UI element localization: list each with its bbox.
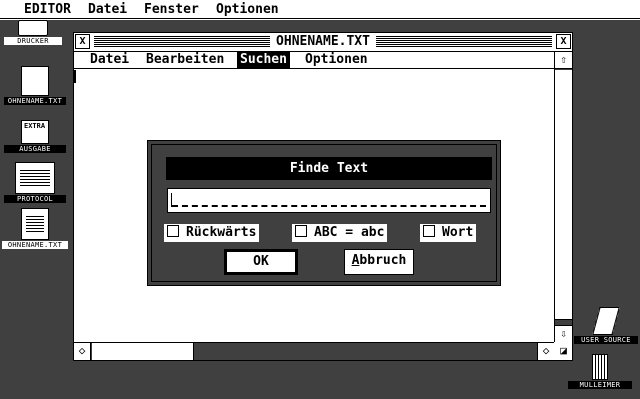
vertical-scroll-thumb[interactable] <box>555 70 572 320</box>
menu-editor[interactable]: EDITOR <box>24 2 71 17</box>
checkbox-wort[interactable] <box>423 225 435 237</box>
document-icon <box>15 162 55 194</box>
horizontal-scrollbar[interactable]: ◇ ◇ <box>74 342 554 360</box>
horizontal-scroll-thumb[interactable] <box>92 343 194 360</box>
desktop-icon-label: AUSGABE <box>4 145 66 153</box>
document-icon <box>21 66 49 96</box>
scroll-right-icon[interactable]: ◇ <box>537 343 554 360</box>
window-menu-bearbeiten[interactable]: Bearbeiten <box>143 52 227 68</box>
cancel-button[interactable]: Abbruch <box>344 249 414 275</box>
desktop-icon-label: OHNENAME.TXT <box>4 97 66 105</box>
window-title: OHNENAME.TXT <box>270 34 376 49</box>
size-box-icon[interactable]: ◪ <box>555 343 572 360</box>
extra-icon-text: EXTRA <box>24 122 46 130</box>
checkbox-rueckwaerts[interactable] <box>167 225 179 237</box>
menu-bar: EDITOR Datei Fenster Optionen <box>0 0 640 19</box>
option-rueckwaerts[interactable]: Rückwärts <box>164 224 260 242</box>
menu-datei[interactable]: Datei <box>88 2 127 17</box>
document-icon <box>21 208 49 240</box>
desktop-icon-ausgabe[interactable]: EXTRA AUSGABE <box>4 120 66 153</box>
option-wort[interactable]: Wort <box>420 224 477 242</box>
desktop-icon-label: USER SOURCE <box>574 336 638 344</box>
scroll-left-icon[interactable]: ◇ <box>74 343 91 360</box>
search-input[interactable] <box>167 188 491 213</box>
option-case[interactable]: ABC = abc <box>292 224 388 242</box>
desktop-icon-label: DRUCKER <box>4 37 62 45</box>
trash-icon <box>592 354 608 380</box>
checkbox-case[interactable] <box>295 225 307 237</box>
window-menu-suchen[interactable]: Suchen <box>237 52 290 68</box>
cancel-button-label: bbruch <box>359 253 407 268</box>
find-dialog-title: Finde Text <box>166 157 492 180</box>
input-underline <box>172 205 486 207</box>
desktop-icon-printer[interactable]: DRUCKER <box>4 20 62 45</box>
printer-icon <box>18 20 48 36</box>
scroll-up-icon[interactable]: ⇧ <box>555 52 572 69</box>
ok-button[interactable]: OK <box>224 249 298 275</box>
desktop-icon-label: MULLEIMER <box>568 381 632 389</box>
desktop-icon-label: PROTOCOL <box>4 195 66 203</box>
desktop-icon-ohnename-2[interactable]: OHNENAME.TXT <box>2 208 68 249</box>
folder-icon <box>592 307 620 335</box>
option-case-label: ABC = abc <box>314 225 385 240</box>
menu-optionen[interactable]: Optionen <box>216 2 279 17</box>
window-menu-optionen[interactable]: Optionen <box>302 52 371 68</box>
extra-icon: EXTRA <box>21 120 49 144</box>
close-box-icon[interactable]: X <box>75 34 90 49</box>
text-cursor <box>74 70 76 83</box>
window-titlebar[interactable]: X OHNENAME.TXT X <box>74 33 572 52</box>
window-menu-datei[interactable]: Datei <box>87 52 132 68</box>
desktop-icon-trash[interactable]: MULLEIMER <box>568 354 632 389</box>
option-wort-label: Wort <box>442 225 474 240</box>
desktop-icon-label: OHNENAME.TXT <box>2 241 68 249</box>
menu-fenster[interactable]: Fenster <box>144 2 199 17</box>
desktop-icon-ohnename-1[interactable]: OHNENAME.TXT <box>4 66 66 105</box>
desktop-icon-protocol[interactable]: PROTOCOL <box>4 162 66 203</box>
find-dialog: Finde Text Rückwärts ABC = abc Wort OK A… <box>147 140 501 286</box>
find-dialog-panel: Finde Text Rückwärts ABC = abc Wort OK A… <box>151 144 497 282</box>
option-rueckwaerts-label: Rückwärts <box>186 225 257 240</box>
window-menu-bar: Datei Bearbeiten Suchen Optionen <box>74 52 554 69</box>
scroll-down-icon[interactable]: ⇩ <box>555 325 572 342</box>
fuller-box-icon[interactable]: X <box>556 34 571 49</box>
vertical-scrollbar[interactable]: ⇧ ⇩ <box>554 52 572 342</box>
desktop-icon-user-source[interactable]: USER SOURCE <box>574 307 638 344</box>
